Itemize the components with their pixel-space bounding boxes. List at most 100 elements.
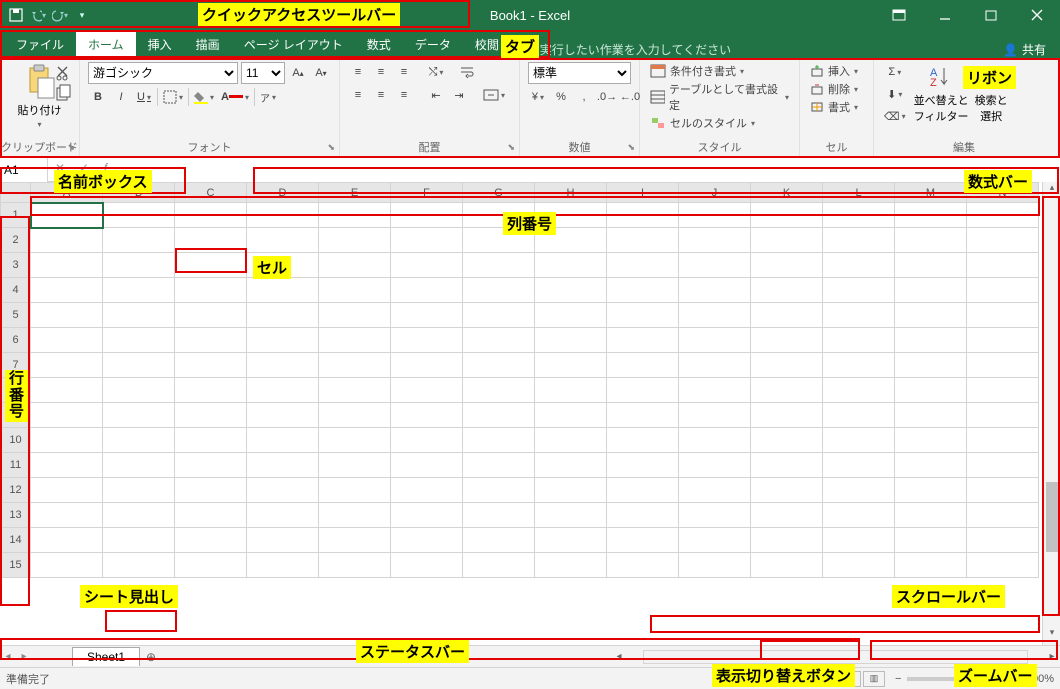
cell[interactable] [31,353,103,378]
cell[interactable] [463,453,535,478]
cell[interactable] [823,278,895,303]
cell[interactable] [31,403,103,428]
zoom-slider[interactable] [907,677,1007,681]
cell[interactable] [103,328,175,353]
cell[interactable] [751,553,823,578]
row-header[interactable]: 12 [1,478,31,503]
cell-a1[interactable] [31,203,103,228]
cell[interactable] [751,378,823,403]
tab-data[interactable]: データ [403,31,463,58]
cell[interactable] [463,278,535,303]
cell[interactable] [31,253,103,278]
col-header[interactable]: B [103,183,175,203]
cell[interactable] [175,553,247,578]
cell[interactable] [175,453,247,478]
cell[interactable] [895,503,967,528]
tab-formulas[interactable]: 数式 [355,31,403,58]
zoom-out-icon[interactable]: − [895,673,901,685]
cell[interactable] [175,403,247,428]
tab-file[interactable]: ファイル [4,31,76,58]
tab-pagelayout[interactable]: ページ レイアウト [232,31,355,58]
cell[interactable] [175,528,247,553]
cell[interactable] [607,378,679,403]
cell[interactable] [463,378,535,403]
maximize-icon[interactable] [968,0,1014,30]
col-header[interactable]: E [319,183,391,203]
cell[interactable] [607,553,679,578]
cell[interactable] [895,328,967,353]
cell[interactable] [175,253,247,278]
sheet-nav-prev-icon[interactable]: ◂ [0,651,16,662]
view-normal-icon[interactable]: ▦ [815,671,837,687]
cell[interactable] [751,353,823,378]
tell-me[interactable]: 💡 実行したい作業を入力してください [521,41,731,58]
cell[interactable] [463,553,535,578]
cell[interactable] [679,253,751,278]
cell[interactable] [535,228,607,253]
cell[interactable] [607,253,679,278]
cell[interactable] [463,353,535,378]
col-header[interactable]: F [391,183,463,203]
comma-icon[interactable]: , [574,87,594,107]
cell[interactable] [391,253,463,278]
cell[interactable] [823,303,895,328]
cell[interactable] [319,303,391,328]
cell[interactable] [319,278,391,303]
cell[interactable] [247,203,319,228]
cell[interactable] [103,378,175,403]
cell[interactable] [823,203,895,228]
tab-home[interactable]: ホーム [76,31,136,58]
cell[interactable] [823,253,895,278]
cell[interactable] [391,453,463,478]
cell[interactable] [247,353,319,378]
cell[interactable] [823,378,895,403]
cell[interactable] [391,478,463,503]
cell[interactable] [391,428,463,453]
cell[interactable] [391,328,463,353]
align-top-icon[interactable]: ≡ [348,62,368,82]
cell[interactable] [535,378,607,403]
select-all-corner[interactable] [1,183,31,203]
cell[interactable] [535,503,607,528]
number-launcher-icon[interactable]: ⬊ [627,142,635,153]
cancel-formula-icon[interactable]: ✕ [48,161,72,178]
cell[interactable] [823,228,895,253]
spreadsheet-grid[interactable]: A B C D E F G H I J K L M N 1 2 3 4 5 6 … [0,182,1039,578]
cell[interactable] [103,353,175,378]
customize-qat-icon[interactable]: ▾ [74,7,90,23]
vertical-scrollbar[interactable]: ▴ ▾ [1042,182,1060,645]
col-header[interactable]: I [607,183,679,203]
currency-icon[interactable]: ¥ [528,87,548,107]
cell[interactable] [967,403,1039,428]
cell[interactable] [175,228,247,253]
enter-formula-icon[interactable]: ✓ [72,161,96,178]
tab-insert[interactable]: 挿入 [136,31,184,58]
cell[interactable] [679,353,751,378]
cell[interactable] [823,403,895,428]
row-header[interactable]: 10 [1,428,31,453]
cell[interactable] [679,428,751,453]
cell[interactable] [823,328,895,353]
cell[interactable] [319,328,391,353]
cell[interactable] [463,528,535,553]
indent-increase-icon[interactable]: ⇥ [449,85,469,105]
cell[interactable] [319,203,391,228]
cell[interactable] [607,278,679,303]
cell[interactable] [751,478,823,503]
cell[interactable] [319,553,391,578]
name-box[interactable] [0,158,48,182]
cell[interactable] [967,303,1039,328]
cell[interactable] [895,303,967,328]
cell[interactable] [823,528,895,553]
cell[interactable] [751,303,823,328]
cell[interactable] [247,228,319,253]
cell[interactable] [103,253,175,278]
cell[interactable] [823,503,895,528]
cell[interactable] [391,378,463,403]
format-as-table-button[interactable]: テーブルとして書式設定▾ [648,80,791,114]
cell[interactable] [679,553,751,578]
col-header[interactable]: L [823,183,895,203]
cell[interactable] [247,403,319,428]
cell[interactable] [463,303,535,328]
cell[interactable] [31,378,103,403]
